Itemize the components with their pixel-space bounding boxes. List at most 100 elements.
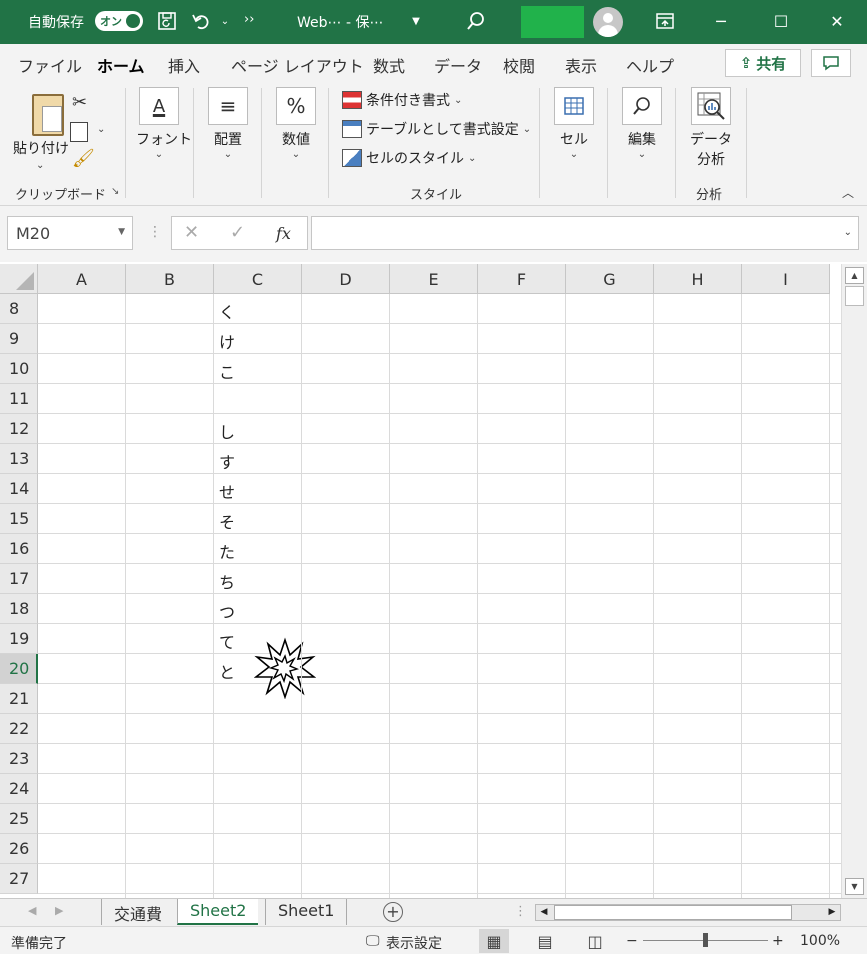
- page-break-view-icon[interactable]: ◫: [580, 929, 610, 953]
- row-header[interactable]: 9: [0, 324, 38, 354]
- row-header[interactable]: 14: [0, 474, 38, 504]
- row-header[interactable]: 13: [0, 444, 38, 474]
- tab-formulas[interactable]: 数式: [373, 53, 405, 77]
- tab-data[interactable]: データ: [434, 53, 482, 77]
- vertical-scrollbar[interactable]: ▲ ▼: [841, 264, 867, 898]
- row-header[interactable]: 20: [0, 654, 38, 684]
- editing-button[interactable]: 編集 ⌄: [619, 87, 665, 160]
- zoom-level[interactable]: 100%: [800, 933, 840, 949]
- column-header-e[interactable]: E: [390, 264, 478, 294]
- number-button[interactable]: % 数値 ⌄: [273, 87, 319, 160]
- cell-c[interactable]: つ: [219, 599, 235, 623]
- starburst-shape[interactable]: [254, 637, 316, 699]
- cell-c[interactable]: た: [219, 539, 235, 563]
- table-row[interactable]: ち: [38, 564, 841, 594]
- table-row[interactable]: そ: [38, 504, 841, 534]
- table-row[interactable]: た: [38, 534, 841, 564]
- row-header[interactable]: 22: [0, 714, 38, 744]
- minimize-button[interactable]: ─: [710, 10, 732, 32]
- display-settings-label[interactable]: 表示設定: [386, 933, 442, 953]
- font-button[interactable]: A フォント ⌄: [136, 87, 192, 160]
- conditional-formatting-button[interactable]: 条件付き書式 ⌄: [342, 90, 462, 110]
- tab-page-layout[interactable]: ページ レイアウト: [231, 53, 364, 77]
- row-header[interactable]: 25: [0, 804, 38, 834]
- cut-icon[interactable]: ✂: [72, 92, 87, 113]
- table-row[interactable]: け: [38, 324, 841, 354]
- scroll-thumb[interactable]: [845, 286, 864, 306]
- tab-file[interactable]: ファイル: [18, 53, 82, 77]
- table-row[interactable]: せ: [38, 474, 841, 504]
- table-row[interactable]: [38, 684, 841, 714]
- undo-dropdown-icon[interactable]: ⌄: [214, 10, 236, 32]
- copy-dropdown-icon[interactable]: ⌄: [97, 124, 105, 135]
- collapse-ribbon-icon[interactable]: ︿: [842, 184, 854, 201]
- sheet-tab-transport[interactable]: 交通費: [101, 899, 174, 925]
- column-header-g[interactable]: G: [566, 264, 654, 294]
- cell-c[interactable]: く: [219, 299, 235, 323]
- scroll-right-icon[interactable]: ▶: [824, 905, 840, 920]
- cell-c[interactable]: し: [219, 419, 235, 443]
- table-row[interactable]: と: [38, 654, 841, 684]
- table-row[interactable]: [38, 864, 841, 894]
- scroll-up-icon[interactable]: ▲: [845, 267, 864, 284]
- table-row[interactable]: し: [38, 414, 841, 444]
- table-row[interactable]: つ: [38, 594, 841, 624]
- comments-button[interactable]: [811, 49, 851, 77]
- name-box[interactable]: M20 ▼: [7, 216, 133, 250]
- row-header[interactable]: 27: [0, 864, 38, 894]
- next-sheet-icon[interactable]: ▶: [55, 904, 63, 917]
- tab-insert[interactable]: 挿入: [168, 53, 200, 77]
- row-header[interactable]: 15: [0, 504, 38, 534]
- alignment-button[interactable]: ≡ 配置 ⌄: [205, 87, 251, 160]
- cell-styles-button[interactable]: セルのスタイル ⌄: [342, 148, 476, 168]
- column-header-c[interactable]: C: [214, 264, 302, 294]
- paste-button[interactable]: 貼り付け ⌄: [10, 88, 69, 178]
- row-header[interactable]: 17: [0, 564, 38, 594]
- add-sheet-button[interactable]: +: [383, 902, 403, 922]
- autosave-toggle[interactable]: オン: [95, 11, 143, 31]
- document-title[interactable]: Web⋯ - 保⋯: [297, 12, 383, 32]
- dialog-launcher-icon[interactable]: ↘: [111, 186, 119, 197]
- share-button[interactable]: ⇪ 共有: [725, 49, 801, 77]
- column-header-h[interactable]: H: [654, 264, 742, 294]
- worksheet-grid[interactable]: ABCDEFGHI 8 く 9 け 10 こ 11 12 し 13 す 14 せ 15 そ 16 た 17 ち 18 つ…: [0, 264, 841, 898]
- page-layout-view-icon[interactable]: ▤: [530, 929, 560, 953]
- tab-review[interactable]: 校閲: [503, 53, 535, 77]
- table-row[interactable]: く: [38, 294, 841, 324]
- format-painter-icon[interactable]: 🖌: [72, 148, 95, 169]
- row-header[interactable]: 12: [0, 414, 38, 444]
- splitter-icon[interactable]: ⋮: [514, 904, 527, 919]
- row-header[interactable]: 8: [0, 294, 38, 324]
- table-row[interactable]: [38, 834, 841, 864]
- ribbon-display-icon[interactable]: [654, 10, 676, 32]
- zoom-in-icon[interactable]: +: [772, 933, 784, 949]
- title-dropdown-icon[interactable]: ▼: [405, 10, 427, 32]
- zoom-slider-thumb[interactable]: [703, 933, 708, 947]
- search-icon[interactable]: [465, 10, 487, 32]
- avatar[interactable]: [593, 7, 623, 37]
- table-row[interactable]: す: [38, 444, 841, 474]
- prev-sheet-icon[interactable]: ◀: [28, 904, 36, 917]
- cell-c[interactable]: ち: [219, 569, 235, 593]
- normal-view-icon[interactable]: ▦: [479, 929, 509, 953]
- cell-c[interactable]: こ: [219, 359, 235, 383]
- scroll-down-icon[interactable]: ▼: [845, 878, 864, 895]
- row-header[interactable]: 11: [0, 384, 38, 414]
- expand-formula-icon[interactable]: ⌄: [844, 227, 852, 238]
- table-row[interactable]: こ: [38, 354, 841, 384]
- row-header[interactable]: 24: [0, 774, 38, 804]
- select-all-button[interactable]: [0, 264, 38, 294]
- cell-c[interactable]: せ: [219, 479, 235, 503]
- row-header[interactable]: 19: [0, 624, 38, 654]
- column-header-f[interactable]: F: [478, 264, 566, 294]
- copy-icon[interactable]: [70, 122, 88, 142]
- h-scroll-thumb[interactable]: [554, 905, 792, 920]
- row-header[interactable]: 21: [0, 684, 38, 714]
- close-button[interactable]: ✕: [826, 10, 848, 32]
- row-header[interactable]: 10: [0, 354, 38, 384]
- row-header[interactable]: 18: [0, 594, 38, 624]
- undo-icon[interactable]: [190, 10, 212, 32]
- cancel-icon[interactable]: ✕: [184, 222, 199, 243]
- scroll-left-icon[interactable]: ◀: [536, 905, 552, 920]
- zoom-out-icon[interactable]: −: [626, 933, 638, 949]
